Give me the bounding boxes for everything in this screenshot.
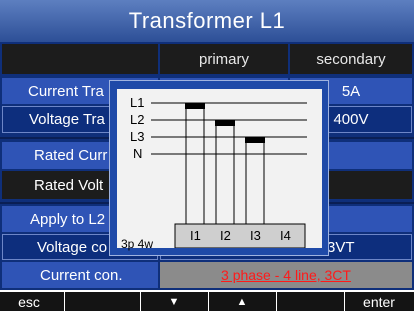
softkey-divider (276, 292, 277, 311)
enter-button[interactable]: enter (344, 292, 414, 311)
row-label: Current con. (2, 262, 158, 288)
label-l1: L1 (130, 95, 145, 110)
header-secondary: secondary (290, 44, 412, 74)
softkey-bar: esc ▼ ▲ enter (0, 290, 414, 311)
wiring-diagram-panel: L1 L2 L3 N I1 I2 I3 I4 3p 4w (117, 89, 322, 251)
column-header-row: primary secondary (2, 44, 412, 74)
ct-l1-block (185, 103, 205, 109)
current-connection-text[interactable]: 3 phase - 4 line, 3CT (221, 267, 351, 283)
terminal-i1: I1 (190, 228, 201, 243)
terminal-i4: I4 (280, 228, 291, 243)
header-blank (2, 44, 158, 74)
ct-l2-block (215, 120, 235, 126)
down-button[interactable]: ▼ (140, 292, 208, 311)
header-primary: primary (160, 44, 288, 74)
transformer-screen: Transformer L1 primary secondary Current… (0, 0, 414, 311)
mode-label: 3p 4w (121, 237, 154, 251)
wiring-diagram-popup: L1 L2 L3 N I1 I2 I3 I4 3p 4w (109, 80, 329, 256)
up-button[interactable]: ▲ (208, 292, 276, 311)
ct-l3-block (245, 137, 265, 143)
page-title: Transformer L1 (0, 0, 414, 42)
terminal-i2: I2 (220, 228, 231, 243)
softkey-divider (64, 292, 65, 311)
wiring-diagram (151, 102, 307, 249)
terminal-i3: I3 (250, 228, 261, 243)
label-l2: L2 (130, 112, 145, 127)
label-n: N (133, 146, 143, 161)
table-row[interactable]: Current con. 3 phase - 4 line, 3CT (2, 262, 412, 288)
label-l3: L3 (130, 129, 145, 144)
esc-button[interactable]: esc (0, 292, 58, 311)
current-connection-value[interactable]: 3 phase - 4 line, 3CT (160, 262, 412, 288)
